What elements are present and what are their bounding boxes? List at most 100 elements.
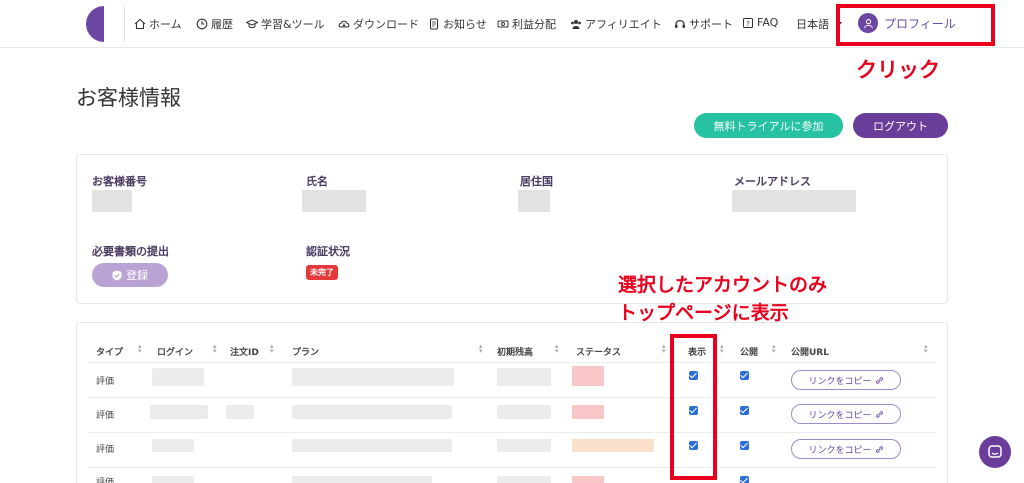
money-icon (497, 20, 509, 28)
row-divider (88, 467, 936, 468)
svg-text:?: ? (746, 20, 750, 28)
row-type: 評価 (96, 377, 115, 387)
balance-redacted (497, 405, 551, 419)
column-header-public[interactable]: 公開 (740, 345, 758, 358)
status-redacted (572, 405, 604, 419)
nav-item-label: ホーム (149, 18, 182, 31)
public-checkbox[interactable] (740, 406, 749, 415)
nav-item-faq[interactable]: ? FAQ (742, 16, 778, 29)
sort-icon[interactable]: ▴ ▾ (772, 343, 776, 355)
copy-link-label: リンクをコピー (808, 410, 872, 421)
link-icon (875, 445, 883, 453)
nav-item-home[interactable]: ホーム (134, 16, 182, 32)
public-checkbox[interactable] (740, 476, 749, 483)
copy-link-button[interactable]: リンクをコピー (791, 370, 901, 390)
customer-number-value-redacted (92, 190, 132, 212)
column-header-order-id[interactable]: 注文ID (230, 345, 259, 358)
column-header-plan[interactable]: プラン (292, 345, 319, 358)
public-checkbox[interactable] (740, 371, 749, 380)
chat-widget-button[interactable] (979, 436, 1011, 468)
country-label: 居住国 (520, 175, 553, 188)
row-type: 評価 (96, 478, 115, 483)
plan-redacted (292, 476, 432, 483)
sort-icon[interactable]: ▴ ▾ (924, 343, 928, 355)
copy-link-label: リンクをコピー (808, 376, 872, 387)
login-redacted (150, 405, 208, 419)
row-divider (88, 432, 936, 433)
logout-button[interactable]: ログアウト (853, 113, 948, 138)
document-icon (430, 18, 438, 30)
nav-item-affiliate[interactable]: アフィリエイト (570, 16, 662, 32)
page-title: お客様情報 (76, 86, 181, 110)
row-type: 評価 (96, 445, 115, 455)
sort-icon[interactable]: ▴ ▾ (555, 343, 559, 355)
documents-label: 必要書類の提出 (92, 245, 169, 258)
balance-redacted (497, 476, 551, 483)
name-label: 氏名 (306, 175, 328, 188)
graduation-cap-icon (246, 19, 258, 29)
column-header-type[interactable]: タイプ (96, 345, 123, 358)
register-button-label: 登録 (126, 269, 148, 282)
nav-divider (124, 6, 125, 42)
copy-link-button[interactable]: リンクをコピー (791, 404, 901, 424)
register-documents-button[interactable]: 登録 (92, 263, 168, 287)
question-icon: ? (743, 17, 753, 28)
nav-item-download[interactable]: ダウンロード (338, 16, 419, 32)
table-header-divider (88, 362, 936, 363)
nav-item-news[interactable]: お知らせ (428, 16, 487, 32)
sort-icon[interactable]: ▴ ▾ (138, 343, 142, 355)
verification-status-label: 認証状況 (306, 245, 350, 258)
public-checkbox[interactable] (740, 441, 749, 450)
copy-link-button[interactable]: リンクをコピー (791, 439, 901, 459)
login-redacted (152, 368, 204, 386)
verification-status-badge: 未完了 (306, 265, 338, 280)
nav-item-learning-tools[interactable]: 学習&ツール (246, 16, 325, 32)
nav-item-label: 履歴 (211, 18, 233, 31)
annotation-note-line1: 選択したアカウントのみ (618, 274, 828, 296)
nav-item-history[interactable]: 履歴 (196, 16, 233, 32)
balance-redacted (497, 439, 551, 452)
sort-icon[interactable]: ▴ ▾ (720, 343, 724, 355)
nav-item-label: アフィリエイト (585, 18, 662, 31)
status-redacted (572, 439, 654, 452)
sort-icon[interactable]: ▴ ▾ (213, 343, 217, 355)
home-icon (134, 18, 146, 30)
row-type: 評価 (96, 411, 115, 421)
status-redacted (572, 476, 604, 483)
annotation-click-label: クリック (856, 58, 940, 82)
clock-icon (196, 18, 208, 30)
sort-icon[interactable]: ▴ ▾ (662, 343, 666, 355)
column-header-status[interactable]: ステータス (576, 345, 621, 358)
shield-check-icon (112, 270, 122, 280)
column-header-login[interactable]: ログイン (157, 345, 193, 358)
headset-icon (675, 20, 685, 28)
country-value-redacted (518, 190, 550, 212)
link-icon (875, 410, 883, 418)
nav-item-label: 利益分配 (512, 18, 556, 31)
nav-item-label: サポート (689, 18, 733, 31)
cloud-download-icon (338, 20, 350, 28)
row-divider (88, 397, 936, 398)
copy-link-label: リンクをコピー (808, 445, 872, 456)
brand-logo[interactable] (86, 6, 104, 42)
sort-icon[interactable]: ▴ ▾ (270, 343, 274, 355)
balance-redacted (497, 368, 551, 386)
nav-item-profit-share[interactable]: 利益分配 (497, 16, 556, 32)
chat-icon (988, 445, 1002, 458)
language-label: 日本語 (796, 18, 829, 31)
column-header-initial-balance[interactable]: 初期残高 (497, 345, 533, 358)
login-redacted (152, 476, 194, 483)
order-id-redacted (226, 405, 254, 419)
login-redacted (152, 439, 194, 452)
email-value-redacted (732, 190, 856, 212)
nav-item-label: FAQ (757, 16, 779, 29)
link-icon (875, 376, 883, 384)
sort-icon[interactable]: ▴ ▾ (479, 343, 483, 355)
plan-redacted (292, 368, 454, 386)
nav-item-label: お知らせ (443, 18, 487, 31)
users-icon (571, 20, 581, 29)
column-header-public-url[interactable]: 公開URL (791, 345, 829, 358)
nav-item-support[interactable]: サポート (674, 16, 733, 32)
join-free-trial-button[interactable]: 無料トライアルに参加 (694, 113, 843, 138)
annotation-note-line2: トップページに表示 (618, 302, 789, 324)
